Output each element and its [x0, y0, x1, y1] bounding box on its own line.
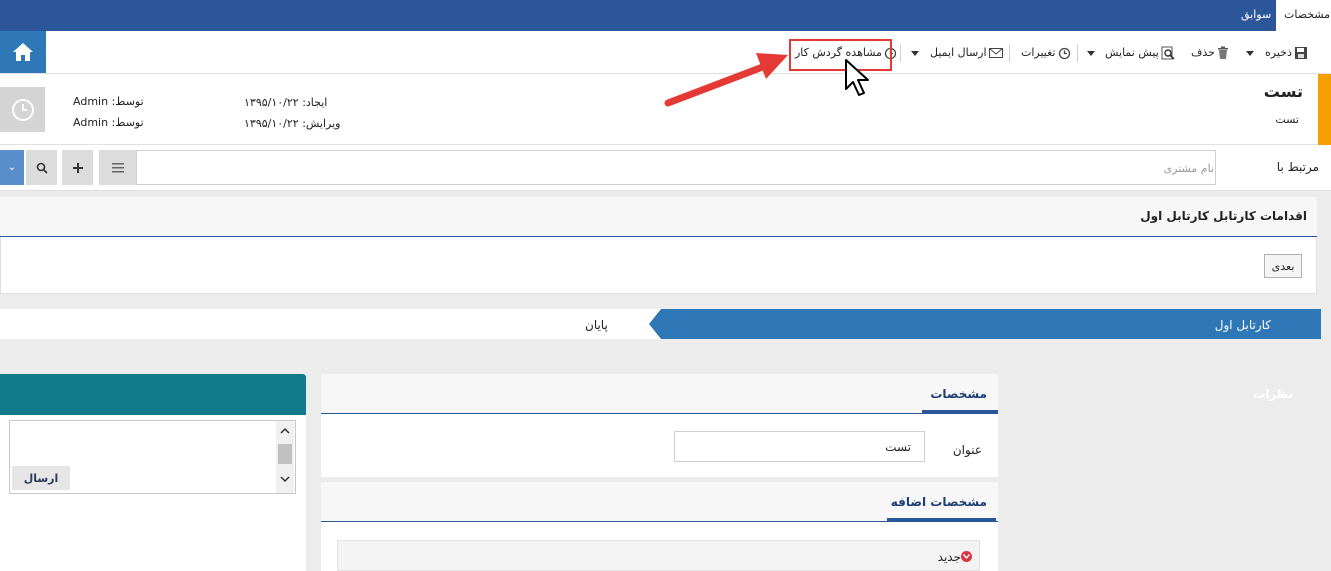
- edited-label: ویرایش:: [302, 117, 341, 130]
- separator: [900, 44, 901, 62]
- plus-icon: [72, 162, 83, 173]
- related-add-button[interactable]: [62, 150, 93, 185]
- chevron-down-circle-icon[interactable]: [961, 551, 972, 562]
- specs-header: [321, 374, 998, 414]
- changes-button[interactable]: تغییرات: [1021, 44, 1071, 62]
- related-label: مرتبط با: [1276, 160, 1319, 174]
- annotation-arrow-icon: [664, 53, 788, 107]
- floppy-icon: [1294, 47, 1307, 59]
- home-icon: [13, 43, 33, 61]
- save-button[interactable]: ذخیره: [1265, 44, 1308, 62]
- customer-search-input[interactable]: [136, 150, 1216, 185]
- title-field-label: عنوان: [952, 443, 982, 457]
- delete-button[interactable]: حذف: [1191, 44, 1229, 62]
- scroll-thumb[interactable]: [278, 444, 292, 464]
- edited-date: ویرایش: ۱۳۹۵/۱۰/۲۲: [244, 117, 340, 130]
- tab-specs[interactable]: مشخصات: [1276, 0, 1331, 31]
- customer-search-placeholder: نام مشتری: [1163, 162, 1214, 175]
- search-icon: [36, 162, 48, 174]
- history-button[interactable]: [0, 87, 45, 132]
- delete-label: حذف: [1191, 46, 1215, 59]
- save-dropdown-caret[interactable]: [1246, 51, 1254, 56]
- top-tab-bar: [0, 0, 1331, 31]
- by-label: توسط:: [111, 95, 144, 108]
- changes-label: تغییرات: [1021, 46, 1056, 59]
- mouse-cursor-icon: [845, 59, 869, 96]
- clock-icon: [11, 98, 34, 121]
- email-dropdown-caret[interactable]: [911, 51, 919, 56]
- record-subtitle: تست: [1275, 113, 1299, 126]
- created-date-value: ۱۳۹۵/۱۰/۲۲: [244, 96, 299, 109]
- highlight-box: [789, 39, 892, 71]
- trash-icon: [1217, 46, 1228, 59]
- specs-tab-title[interactable]: مشخصات: [930, 387, 987, 401]
- scroll-down-icon: [280, 476, 290, 483]
- history-icon: [1058, 47, 1070, 59]
- workflow-step-label: کارتابل اول: [1214, 318, 1271, 332]
- comments-title: نظرات: [1253, 387, 1293, 401]
- preview-dropdown-caret[interactable]: [1087, 51, 1095, 56]
- home-button[interactable]: [0, 31, 46, 73]
- created-by-user: Admin: [73, 95, 109, 108]
- by-label: توسط:: [111, 116, 144, 129]
- created-by: توسط: Admin: [73, 95, 144, 108]
- edited-date-value: ۱۳۹۵/۱۰/۲۲: [244, 117, 299, 130]
- edited-by-user: Admin: [73, 116, 109, 129]
- edited-by: توسط: Admin: [73, 116, 144, 129]
- status-strip: [1318, 74, 1331, 145]
- created-label: ایجاد:: [302, 96, 328, 109]
- created-date: ایجاد: ۱۳۹۵/۱۰/۲۲: [244, 96, 327, 109]
- preview-label: پیش نمایش: [1105, 46, 1159, 59]
- preview-button[interactable]: پیش نمایش: [1105, 44, 1175, 62]
- workflow-step-label: پایان: [585, 318, 608, 332]
- send-email-button[interactable]: ارسال ایمیل: [930, 44, 1003, 62]
- envelope-icon: [988, 48, 1003, 58]
- next-button[interactable]: بعدی: [1264, 254, 1302, 278]
- send-comment-button[interactable]: ارسال: [12, 466, 70, 490]
- actions-header: [0, 197, 1317, 237]
- list-icon: [111, 162, 124, 172]
- extra-specs-tab-title[interactable]: مشخصات اضافه: [891, 495, 987, 509]
- tab-history[interactable]: سوابق: [1233, 0, 1273, 31]
- active-tab-indicator: [887, 518, 996, 521]
- new-item-row[interactable]: [337, 540, 980, 571]
- title-field-value: تست: [885, 440, 911, 454]
- scroll-up-icon: [280, 427, 290, 434]
- chevron-down-icon: ⌄: [7, 162, 17, 173]
- magnify-doc-icon: [1161, 46, 1175, 60]
- actions-title: اقدامات کارتابل کارتابل اول: [1140, 209, 1307, 223]
- comments-header: [0, 374, 306, 415]
- related-search-button[interactable]: [26, 150, 57, 185]
- related-dropdown-button[interactable]: ⌄: [0, 150, 24, 185]
- send-email-label: ارسال ایمیل: [930, 46, 987, 59]
- separator: [1009, 44, 1010, 62]
- active-tab-indicator: [922, 410, 998, 413]
- save-label: ذخیره: [1265, 46, 1292, 59]
- separator: [1077, 44, 1078, 62]
- record-title: تست: [1263, 82, 1303, 101]
- related-list-button[interactable]: [99, 150, 136, 185]
- new-item-label: جدید: [937, 550, 961, 564]
